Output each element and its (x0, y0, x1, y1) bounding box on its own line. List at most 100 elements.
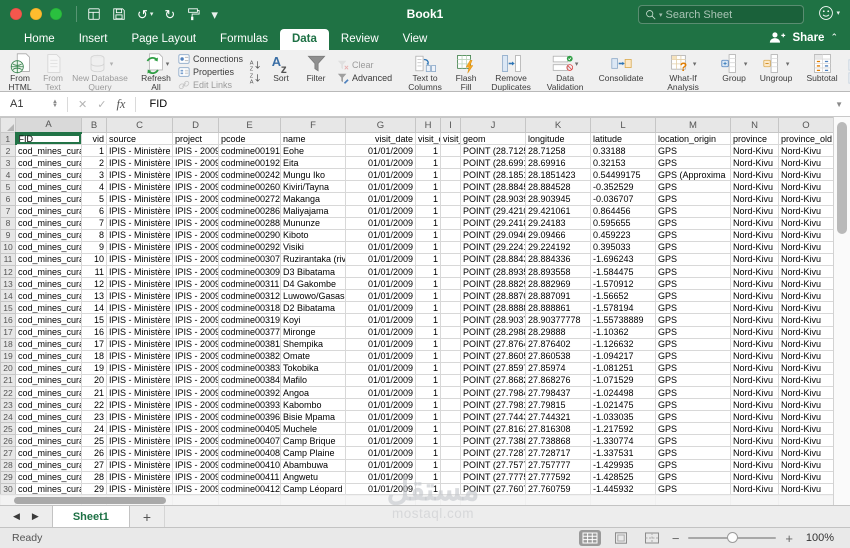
cell[interactable]: cod_mines_cura (15, 229, 82, 242)
cell[interactable] (440, 446, 461, 460)
cell[interactable]: Nord-Kivu (730, 301, 779, 315)
cell[interactable]: cod_mines_cura (15, 386, 82, 400)
cell[interactable]: 1 (415, 217, 441, 230)
cell[interactable]: Nord-Kivu (730, 229, 779, 242)
cell[interactable]: Nord-Kivu (730, 410, 779, 424)
page-layout-view-button[interactable] (610, 530, 632, 546)
cell[interactable]: 0.459223 (590, 229, 656, 242)
cell[interactable]: 1 (415, 313, 441, 327)
cell[interactable]: codmine00392 (218, 386, 281, 400)
refresh-button[interactable]: ▾ Refresh All (137, 52, 175, 91)
zoom-slider-thumb[interactable] (726, 532, 738, 543)
cell[interactable]: IPIS - 2009 (172, 253, 219, 267)
cell[interactable]: Nord-Kivu (730, 471, 779, 484)
cell[interactable]: Nord-Kivu (730, 338, 779, 351)
cell[interactable]: Nord-Kivu (778, 313, 834, 327)
column-header-D[interactable]: D (172, 117, 219, 133)
cell[interactable]: GPS (655, 180, 731, 194)
cell[interactable] (440, 217, 461, 230)
cell[interactable]: 28.884336 (525, 253, 591, 267)
zoom-in-button[interactable]: + (785, 532, 793, 545)
cell[interactable]: 1 (415, 362, 441, 375)
cell[interactable]: Nord-Kivu (778, 422, 834, 436)
cell[interactable]: 01/01/2009 (345, 326, 416, 339)
cell[interactable]: IPIS - 2009 (172, 241, 219, 254)
cell[interactable]: IPIS - 2009 (172, 422, 219, 436)
cell[interactable]: 28.71258 (525, 144, 591, 158)
cell[interactable]: IPIS - 2009 (172, 434, 219, 448)
cell[interactable]: 1 (415, 180, 441, 194)
column-header-N[interactable]: N (730, 117, 779, 133)
cell[interactable]: cod_mines_cura (15, 205, 82, 218)
cell[interactable]: POINT (27.75777 (460, 459, 526, 472)
cell[interactable]: 01/01/2009 (345, 422, 416, 436)
cell[interactable]: 29.421061 (525, 205, 591, 218)
tab-data[interactable]: Data (279, 29, 329, 50)
cell[interactable]: IPIS - 2009 (172, 156, 219, 170)
cell[interactable]: 14 (81, 301, 107, 315)
cell[interactable]: IPIS - Ministère ( (106, 386, 173, 400)
cell[interactable]: 01/01/2009 (345, 398, 416, 412)
cell[interactable]: IPIS - 2009 (172, 398, 219, 412)
cell[interactable]: 1 (415, 446, 441, 460)
cell[interactable] (440, 241, 461, 254)
cell[interactable]: IPIS - 2009 (172, 362, 219, 375)
cell[interactable]: GPS (655, 459, 731, 472)
cell[interactable]: 27.728717 (525, 446, 591, 460)
cell[interactable]: IPIS - Ministère ( (106, 301, 173, 315)
cell[interactable]: IPIS - 2009 (172, 192, 219, 206)
cell[interactable]: cod_mines_cura (15, 156, 82, 170)
cell[interactable] (440, 410, 461, 424)
tab-home[interactable]: Home (12, 29, 67, 50)
cell[interactable]: Shempika (280, 338, 346, 351)
cell[interactable]: 27.798437 (525, 386, 591, 400)
cell[interactable]: 12 (81, 277, 107, 291)
row-header-29[interactable]: 29 (0, 470, 16, 484)
save-icon[interactable] (112, 7, 126, 21)
row-header-7[interactable]: 7 (0, 204, 16, 218)
row-header-20[interactable]: 20 (0, 361, 16, 375)
cell[interactable]: POINT (28.88709 (460, 289, 526, 303)
cell[interactable]: Nord-Kivu (778, 362, 834, 375)
cell[interactable]: 01/01/2009 (345, 144, 416, 158)
cell[interactable]: IPIS - Ministère ( (106, 350, 173, 363)
cell[interactable]: GPS (Approxima (655, 168, 731, 182)
cell[interactable]: codmine00260 (218, 180, 281, 194)
cell[interactable]: IPIS - 2009 (172, 229, 219, 242)
cell[interactable]: Abambuwa (280, 459, 346, 472)
cell[interactable]: cod_mines_cura (15, 398, 82, 412)
row-header-3[interactable]: 3 (0, 156, 16, 170)
cell[interactable]: 01/01/2009 (345, 459, 416, 472)
cell[interactable]: Nord-Kivu (778, 350, 834, 363)
cell[interactable]: location_origin (655, 132, 731, 146)
close-window-button[interactable] (10, 8, 22, 20)
cell[interactable]: IPIS - Ministère ( (106, 289, 173, 303)
cell[interactable]: 01/01/2009 (345, 253, 416, 267)
column-header-O[interactable]: O (778, 117, 834, 133)
tab-page-layout[interactable]: Page Layout (119, 29, 208, 50)
cell[interactable]: codmine00319 (218, 313, 281, 327)
column-header-G[interactable]: G (345, 117, 416, 133)
cell[interactable]: 2 (81, 156, 107, 170)
cell[interactable]: -1.330774 (590, 434, 656, 448)
cell[interactable]: Ruzirantaka (rivi (280, 253, 346, 267)
cell[interactable]: POINT (28.29888 (460, 326, 526, 339)
cell[interactable]: Nord-Kivu (778, 192, 834, 206)
format-painter-icon[interactable] (186, 7, 200, 21)
cell[interactable]: Nord-Kivu (778, 180, 834, 194)
cell[interactable]: POINT (27.86053 (460, 350, 526, 363)
tab-review[interactable]: Review (329, 29, 391, 50)
cell[interactable]: 01/01/2009 (345, 192, 416, 206)
cell[interactable]: POINT (28.88296 (460, 277, 526, 291)
cell[interactable]: Nord-Kivu (778, 301, 834, 315)
next-sheet-icon[interactable]: ▶ (32, 511, 39, 522)
row-header-22[interactable]: 22 (0, 385, 16, 400)
cell[interactable]: 01/01/2009 (345, 168, 416, 182)
cell[interactable]: -1.024498 (590, 386, 656, 400)
cell[interactable]: IPIS - 2009 (172, 168, 219, 182)
page-break-view-button[interactable] (641, 530, 663, 546)
cell[interactable]: codmine00272 (218, 192, 281, 206)
row-header-2[interactable]: 2 (0, 144, 16, 158)
cell[interactable]: Nord-Kivu (730, 253, 779, 267)
cell[interactable]: cod_mines_cura (15, 326, 82, 339)
